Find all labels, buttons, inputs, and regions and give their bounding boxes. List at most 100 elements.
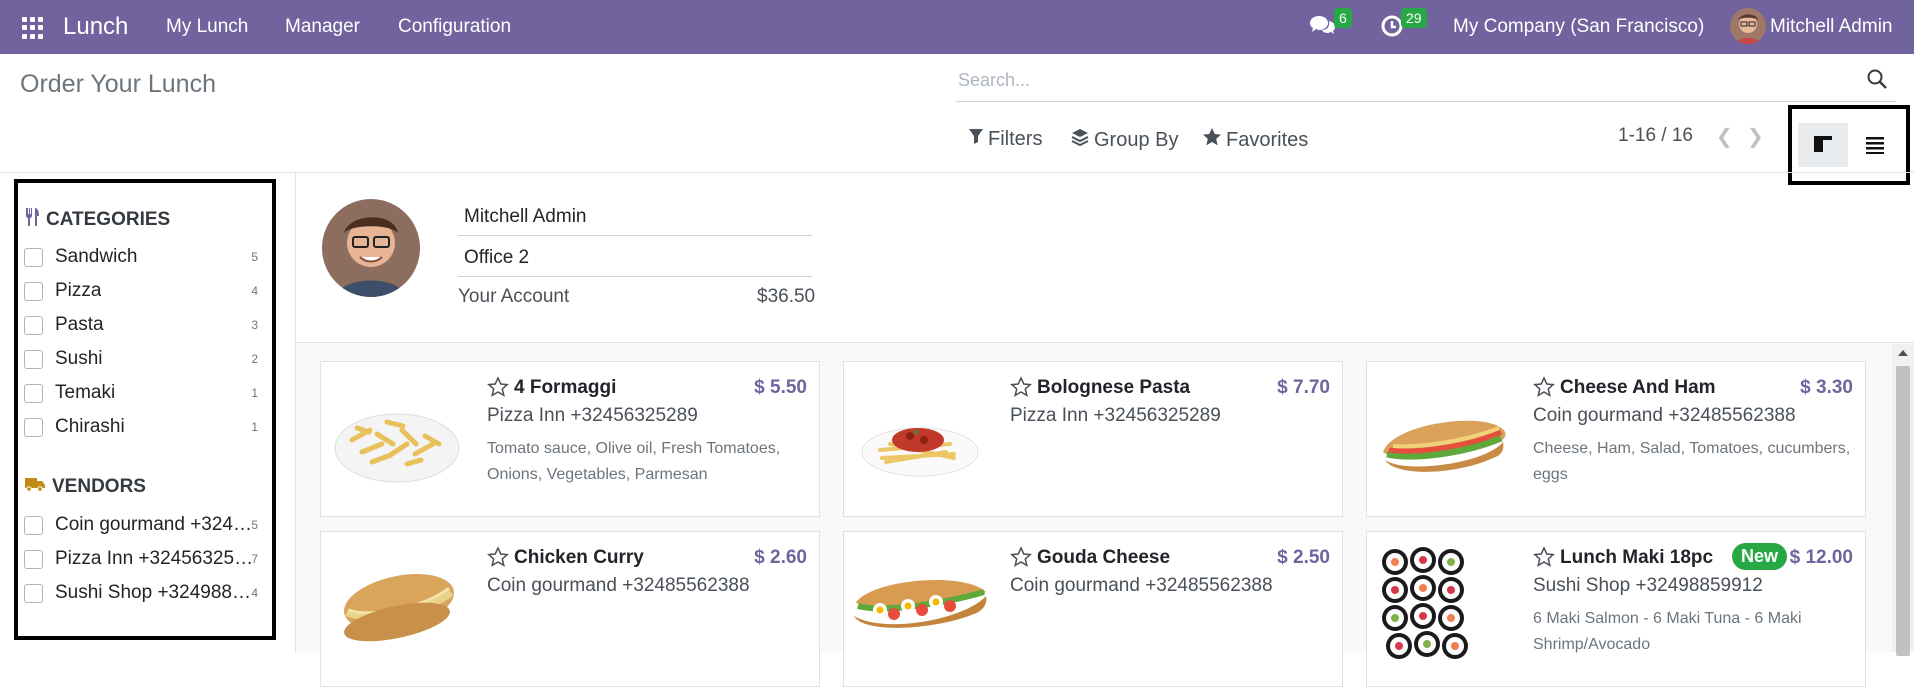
list-view-button[interactable]: [1850, 123, 1900, 167]
product-price: $ 5.50: [754, 377, 807, 398]
category-item[interactable]: Sushi 2: [24, 345, 258, 373]
favorite-star-icon[interactable]: [487, 546, 509, 568]
star-icon: [1202, 127, 1222, 153]
favorite-star-icon[interactable]: [487, 376, 509, 398]
group-by-label: Group By: [1094, 128, 1179, 151]
filter-icon: [968, 127, 984, 151]
favorites-label: Favorites: [1226, 128, 1309, 151]
vendor-item[interactable]: Sushi Shop +324988599124: [24, 579, 258, 607]
category-item[interactable]: Pizza 4: [24, 277, 258, 305]
view-switcher: [1788, 105, 1910, 185]
filters-button[interactable]: Filters: [968, 127, 1042, 151]
scroll-thumb[interactable]: [1896, 366, 1910, 656]
product-name: 4 Formaggi: [514, 377, 617, 398]
menu-manager[interactable]: Manager: [285, 16, 360, 38]
account-balance: $36.50: [757, 286, 816, 307]
vendor-checkbox[interactable]: [24, 515, 43, 535]
control-panel-divider: [0, 172, 1914, 173]
cutlery-icon: [24, 207, 40, 233]
user-name-field[interactable]: Mitchell Admin: [458, 198, 812, 236]
page-title: Order Your Lunch: [20, 70, 216, 98]
product-image: [1373, 370, 1513, 510]
product-card[interactable]: Lunch Maki 18pc New $ 12.00 Sushi Shop +…: [1366, 531, 1866, 687]
group-by-button[interactable]: Group By: [1070, 127, 1178, 153]
vendor-item[interactable]: Coin gourmand +324855623885: [24, 511, 258, 539]
list-icon: [1866, 137, 1884, 154]
company-switcher[interactable]: My Company (San Francisco): [1453, 16, 1704, 38]
product-price: $ 7.70: [1277, 377, 1330, 398]
search-input[interactable]: [956, 62, 1836, 98]
user-menu[interactable]: Mitchell Admin: [1770, 16, 1893, 38]
pager-value[interactable]: 1-16 / 16: [1618, 125, 1693, 147]
menu-my-lunch[interactable]: My Lunch: [166, 16, 248, 38]
menu-configuration[interactable]: Configuration: [398, 16, 511, 38]
product-vendor: Coin gourmand +32485562388: [487, 575, 750, 596]
pager-next-icon[interactable]: ❯: [1747, 124, 1764, 149]
product-vendor: Coin gourmand +32485562388: [1010, 575, 1273, 596]
vendor-checkbox[interactable]: [24, 549, 43, 569]
product-image: [1373, 540, 1513, 680]
search-panel: CATEGORIES Sandwich 5 Pizza 4 Pasta 3 Sushi…: [14, 179, 276, 640]
product-name: Lunch Maki 18pc: [1560, 547, 1714, 568]
product-name: Bolognese Pasta: [1037, 377, 1191, 398]
top-navbar: Lunch My Lunch Manager Configuration 6 2…: [0, 0, 1914, 54]
product-card[interactable]: Cheese And Ham $ 3.30 Coin gourmand +324…: [1366, 361, 1866, 517]
category-checkbox[interactable]: [24, 349, 43, 369]
vendors-header: VENDORS: [24, 475, 146, 499]
category-item[interactable]: Chirashi 1: [24, 413, 258, 441]
product-image: [850, 540, 990, 680]
product-vendor: Sushi Shop +32498859912: [1533, 575, 1763, 596]
activities-badge: 29: [1401, 8, 1427, 28]
category-checkbox[interactable]: [24, 315, 43, 335]
search-bar: [956, 62, 1896, 102]
kanban-icon: [1814, 136, 1832, 152]
product-image: [327, 540, 467, 680]
product-card[interactable]: 4 Formaggi $ 5.50 Pizza Inn +32456325289…: [320, 361, 820, 517]
app-menu-icon[interactable]: [22, 17, 44, 39]
vendors-title: VENDORS: [52, 476, 146, 497]
kanban-scrollbar[interactable]: [1892, 344, 1914, 656]
favorite-star-icon[interactable]: [1533, 376, 1555, 398]
layers-icon: [1070, 127, 1090, 153]
vendor-checkbox[interactable]: [24, 583, 43, 603]
user-location-field[interactable]: Office 2: [458, 239, 812, 277]
product-name: Cheese And Ham: [1560, 377, 1716, 398]
favorites-button[interactable]: Favorites: [1202, 127, 1308, 153]
favorite-star-icon[interactable]: [1010, 376, 1032, 398]
messages-badge: 6: [1334, 8, 1352, 28]
product-name: Chicken Curry: [514, 547, 644, 568]
vendor-item[interactable]: Pizza Inn +32456325289 7: [24, 545, 258, 573]
product-card[interactable]: Bolognese Pasta $ 7.70 Pizza Inn +324563…: [843, 361, 1343, 517]
user-avatar: [322, 199, 420, 297]
product-description: Tomato sauce, Olive oil, Fresh Tomatoes,…: [487, 440, 781, 483]
category-checkbox[interactable]: [24, 417, 43, 437]
category-item[interactable]: Temaki 1: [24, 379, 258, 407]
category-checkbox[interactable]: [24, 281, 43, 301]
product-description: 6 Maki Salmon - 6 Maki Tuna - 6 Maki Shr…: [1533, 610, 1802, 653]
category-item[interactable]: Pasta 3: [24, 311, 258, 339]
product-name: Gouda Cheese: [1037, 547, 1171, 568]
product-vendor: Pizza Inn +32456325289: [487, 405, 698, 426]
product-description: Cheese, Ham, Salad, Tomatoes, cucumbers,…: [1533, 440, 1851, 483]
scroll-up-arrow-icon[interactable]: [1898, 350, 1908, 356]
favorite-star-icon[interactable]: [1533, 546, 1555, 568]
favorite-star-icon[interactable]: [1010, 546, 1032, 568]
product-price: $ 12.00: [1789, 547, 1853, 568]
account-label: Your Account: [458, 286, 570, 307]
product-card[interactable]: Gouda Cheese $ 2.50 Coin gourmand +32485…: [843, 531, 1343, 687]
pager-previous-icon[interactable]: ❮: [1716, 124, 1733, 149]
product-price: $ 2.60: [754, 547, 807, 568]
product-image: [850, 370, 990, 510]
category-checkbox[interactable]: [24, 247, 43, 267]
filters-label: Filters: [988, 127, 1043, 150]
app-name[interactable]: Lunch: [63, 13, 128, 41]
product-vendor: Coin gourmand +32485562388: [1533, 405, 1796, 426]
truck-icon: [24, 475, 46, 499]
kanban-view-button[interactable]: [1798, 123, 1848, 167]
categories-header: CATEGORIES: [24, 207, 170, 233]
product-card[interactable]: Chicken Curry $ 2.60 Coin gourmand +3248…: [320, 531, 820, 687]
user-avatar-small[interactable]: [1730, 8, 1766, 44]
category-checkbox[interactable]: [24, 383, 43, 403]
category-item[interactable]: Sandwich 5: [24, 243, 258, 271]
search-icon[interactable]: [1866, 68, 1890, 92]
